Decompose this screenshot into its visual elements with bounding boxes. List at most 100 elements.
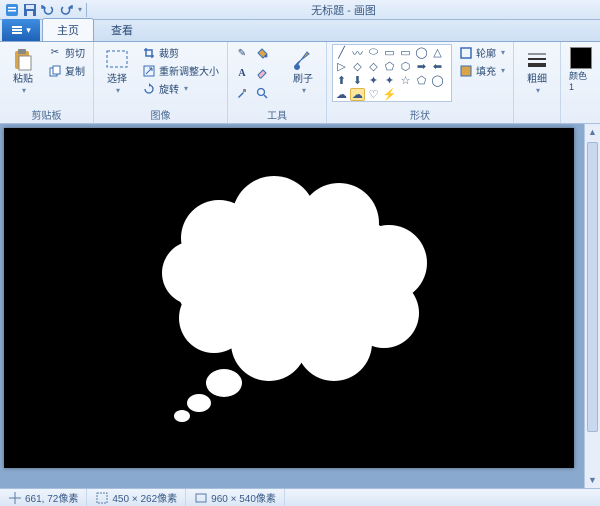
fill-tool[interactable] — [253, 44, 271, 62]
shape-item[interactable]: ▭ — [398, 46, 413, 59]
selection-size-icon — [95, 491, 108, 504]
select-button[interactable]: 选择▾ — [99, 44, 135, 100]
shape-item[interactable]: ◯ — [414, 46, 429, 59]
vertical-scrollbar[interactable]: ▲ ▼ — [584, 124, 600, 488]
zoom-tool[interactable] — [253, 84, 271, 102]
resize-icon — [142, 64, 156, 78]
cut-icon: ✂ — [48, 46, 62, 60]
scroll-thumb[interactable] — [587, 142, 598, 432]
shape-item[interactable]: ▭ — [382, 46, 397, 59]
bucket-icon — [255, 46, 269, 60]
cursor-position-icon — [8, 491, 21, 504]
shape-item[interactable]: 〰 — [350, 46, 365, 59]
brush-icon — [291, 48, 315, 72]
shape-item[interactable]: ⚡ — [382, 88, 397, 101]
shape-item[interactable]: ⬠ — [414, 74, 429, 87]
qat-dropdown-icon[interactable]: ▾ — [78, 5, 82, 14]
shape-item[interactable]: ▷ — [334, 60, 349, 73]
shape-item[interactable]: ⬅ — [430, 60, 445, 73]
shape-item[interactable]: ➡ — [414, 60, 429, 73]
canvas-size-icon — [194, 491, 207, 504]
fill-icon — [459, 64, 473, 78]
quick-access-toolbar: ▾ — [4, 2, 82, 18]
pencil-tool[interactable]: ✎ — [233, 44, 251, 62]
shape-item[interactable]: ✦ — [382, 74, 397, 87]
shape-item[interactable]: ☁ — [334, 88, 349, 101]
paste-label: 粘贴 — [13, 74, 33, 85]
fill-button[interactable]: 填充▾ — [456, 62, 508, 79]
file-menu-button[interactable]: ▾ — [2, 19, 40, 41]
shape-item[interactable]: ☆ — [398, 74, 413, 87]
shapes-gallery[interactable]: ╱〰⬭▭▭◯△▷◇◇⬠⬡➡⬅⬆⬇✦✦☆⬠◯☁☁♡⚡ — [332, 44, 452, 102]
thickness-label: 粗细 — [527, 74, 547, 85]
shape-item[interactable]: ⬡ — [398, 60, 413, 73]
scroll-down-arrow[interactable]: ▼ — [585, 472, 600, 488]
scroll-up-arrow[interactable]: ▲ — [585, 124, 600, 140]
shape-item[interactable]: ◯ — [430, 74, 445, 87]
thickness-icon — [525, 48, 549, 72]
status-bar: 661, 72像素 450 × 262像素 960 × 540像素 — [0, 488, 600, 506]
status-selection: 450 × 262像素 — [87, 489, 186, 506]
copy-button[interactable]: 复制 — [45, 62, 88, 79]
shape-item[interactable]: ⬠ — [382, 60, 397, 73]
undo-icon[interactable] — [40, 2, 56, 18]
canvas[interactable] — [4, 128, 574, 468]
shape-item[interactable]: △ — [430, 46, 445, 59]
shape-item[interactable]: ◇ — [350, 60, 365, 73]
eraser-icon — [255, 66, 269, 80]
shape-item[interactable]: ✦ — [366, 74, 381, 87]
eraser-tool[interactable] — [253, 64, 271, 82]
shape-item[interactable]: ╱ — [334, 46, 349, 59]
shape-item[interactable]: ⬭ — [366, 46, 381, 59]
group-tools: ✎ A 刷子▾ 工具 — [228, 42, 327, 123]
ribbon-tabs: ▾ 主页 查看 — [0, 20, 600, 42]
picker-tool[interactable] — [233, 84, 251, 102]
rotate-button[interactable]: 旋转▾ — [139, 80, 222, 97]
group-image: 选择▾ 裁剪 重新调整大小 旋转▾ 图像 — [94, 42, 228, 123]
eyedropper-icon — [235, 86, 249, 100]
color1-swatch — [570, 47, 592, 69]
outline-button[interactable]: 轮廓▾ — [456, 44, 508, 61]
redo-icon[interactable] — [58, 2, 74, 18]
cut-button[interactable]: ✂剪切 — [45, 44, 88, 61]
select-icon — [105, 48, 129, 72]
shape-item[interactable]: ⬇ — [350, 74, 365, 87]
thickness-button[interactable]: 粗细▾ — [519, 44, 555, 100]
brush-button[interactable]: 刷子▾ — [285, 44, 321, 100]
tab-home[interactable]: 主页 — [42, 18, 94, 41]
status-cursor: 661, 72像素 — [0, 489, 87, 506]
group-label: 工具 — [233, 106, 321, 122]
group-label: 形状 — [332, 106, 508, 122]
group-label — [566, 110, 600, 122]
group-label: 图像 — [99, 106, 222, 122]
rotate-icon — [142, 82, 156, 96]
magnifier-icon — [255, 86, 269, 100]
save-icon[interactable] — [22, 2, 38, 18]
pencil-icon: ✎ — [235, 46, 249, 60]
brush-label: 刷子 — [293, 74, 313, 85]
select-label: 选择 — [107, 74, 127, 85]
group-shapes: ╱〰⬭▭▭◯△▷◇◇⬠⬡➡⬅⬆⬇✦✦☆⬠◯☁☁♡⚡ 轮廓▾ 填充▾ 形状 — [327, 42, 514, 123]
text-tool[interactable]: A — [233, 64, 251, 82]
group-label: 剪贴板 — [5, 106, 88, 122]
copy-icon — [48, 64, 62, 78]
color1-button[interactable]: 颜色 1 — [566, 44, 596, 95]
shape-item[interactable]: ◇ — [366, 60, 381, 73]
text-icon: A — [235, 66, 249, 80]
work-area: ▲ ▼ — [0, 124, 600, 488]
crop-button[interactable]: 裁剪 — [139, 44, 222, 61]
ribbon: 粘贴▾ ✂剪切 复制 剪贴板 选择▾ 裁剪 重新调整大小 旋转▾ 图像 — [0, 42, 600, 124]
app-menu-icon[interactable] — [4, 2, 20, 18]
shape-item[interactable]: ♡ — [366, 88, 381, 101]
status-canvas-size: 960 × 540像素 — [186, 489, 285, 506]
window-title: 无标题 - 画图 — [91, 2, 596, 18]
paste-button[interactable]: 粘贴▾ — [5, 44, 41, 100]
group-label — [519, 110, 555, 122]
paste-icon — [11, 48, 35, 72]
resize-button[interactable]: 重新调整大小 — [139, 62, 222, 79]
shape-item[interactable]: ⬆ — [334, 74, 349, 87]
shape-item[interactable]: ☁ — [350, 88, 365, 101]
group-clipboard: 粘贴▾ ✂剪切 复制 剪贴板 — [0, 42, 94, 123]
thought-bubble-shape[interactable] — [144, 168, 444, 428]
tab-view[interactable]: 查看 — [96, 18, 148, 41]
